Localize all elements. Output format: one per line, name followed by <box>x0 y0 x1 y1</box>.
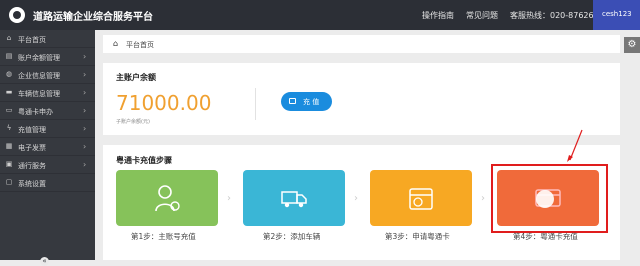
top-nav: 操作指南 常见问题 客服热线：020-87626557 <box>422 10 609 21</box>
monitor-icon: ▢ <box>5 178 13 186</box>
calendar-card-icon <box>409 188 433 210</box>
sidebar-item-label: 企业信息管理 <box>18 72 60 80</box>
sidebar-item-label: 通行服务 <box>18 162 46 170</box>
chevron-right-icon: › <box>354 193 358 204</box>
step-card-3[interactable] <box>370 170 472 226</box>
divider <box>255 88 256 120</box>
sidebar: ⌂ 平台首页 ▤ 账户余额管理 › ◍ 企业信息管理 › ▬ 车辆信息管理 › … <box>0 30 95 266</box>
sub-account-balance-label: 子账户余额(元) <box>116 119 150 125</box>
top-bar: 道路运输企业综合服务平台 操作指南 常见问题 客服热线：020-87626557… <box>0 0 640 30</box>
sidebar-item-label: 平台首页 <box>18 36 46 44</box>
truck-icon: ▬ <box>5 88 13 96</box>
chevron-right-icon: › <box>83 124 87 133</box>
invoice-icon: ▦ <box>5 142 13 150</box>
sidebar-item-company[interactable]: ◍ 企业信息管理 › <box>0 66 95 84</box>
recharge-button[interactable]: 充 值 <box>281 92 332 111</box>
sidebar-item-vehicles[interactable]: ▬ 车辆信息管理 › <box>0 84 95 102</box>
step-card-1[interactable] <box>116 170 218 226</box>
home-icon[interactable]: ⌂ <box>113 40 121 48</box>
chevron-right-icon: › <box>83 70 87 79</box>
sidebar-item-label: 系统设置 <box>18 180 46 188</box>
steps-title: 粤通卡充值步骤 <box>116 156 172 165</box>
grid-icon: ▣ <box>5 160 13 168</box>
chevron-right-icon: › <box>227 193 231 204</box>
gear-icon[interactable]: ⚙ <box>624 37 640 53</box>
credit-card-icon <box>289 98 296 104</box>
chevron-right-icon: › <box>83 106 87 115</box>
breadcrumb <box>103 35 620 53</box>
chevron-right-icon: › <box>83 88 87 97</box>
app-logo-icon <box>9 7 25 23</box>
user-menu[interactable]: cesh123 <box>593 0 640 30</box>
truck-icon <box>281 191 307 208</box>
step-3-label: 第3步：申请粤通卡 <box>385 232 450 241</box>
guide-link[interactable]: 操作指南 <box>422 10 454 21</box>
app-title: 道路运输企业综合服务平台 <box>33 12 153 23</box>
home-icon: ⌂ <box>6 34 12 42</box>
sidebar-item-recharge[interactable]: ϟ 充值管理 › <box>0 120 95 138</box>
pointer-arrow <box>567 129 583 162</box>
step-2-label: 第2步：添加车辆 <box>263 232 321 241</box>
sidebar-item-invoice[interactable]: ▦ 电子发票 › <box>0 138 95 156</box>
users-icon: ◍ <box>5 70 13 78</box>
balance-title: 主账户余额 <box>116 73 156 82</box>
sidebar-item-pass-service[interactable]: ▣ 通行服务 › <box>0 156 95 174</box>
balance-amount: 71000.00 <box>116 91 212 115</box>
chevron-right-icon: › <box>481 193 485 204</box>
sidebar-item-label: 电子发票 <box>18 144 46 152</box>
recharge-button-label: 充 值 <box>303 98 320 106</box>
step-4-label: 第4步：粤通卡充值 <box>513 232 578 241</box>
chevron-right-icon: › <box>83 160 87 169</box>
user-money-icon <box>155 185 180 212</box>
sidebar-item-card-apply[interactable]: ▭ 粤通卡申办 › <box>0 102 95 120</box>
sidebar-item-label: 车辆信息管理 <box>18 90 60 98</box>
baidu-paw-icon <box>536 190 554 208</box>
sidebar-item-home[interactable]: ⌂ 平台首页 <box>0 30 95 48</box>
step-1-label: 第1步：主账号充值 <box>131 232 196 241</box>
faq-link[interactable]: 常见问题 <box>466 10 498 21</box>
bolt-icon: ϟ <box>6 124 12 132</box>
sidebar-item-label: 账户余额管理 <box>18 54 60 62</box>
sidebar-item-balance[interactable]: ▤ 账户余额管理 › <box>0 48 95 66</box>
sidebar-item-settings[interactable]: ▢ 系统设置 <box>0 174 95 192</box>
wallet-icon: ▤ <box>5 52 13 60</box>
step-card-2[interactable] <box>243 170 345 226</box>
breadcrumb-current: 平台首页 <box>126 41 154 49</box>
chevron-right-icon: › <box>83 142 87 151</box>
card-icon: ▭ <box>5 106 13 114</box>
chevron-right-icon: › <box>83 52 87 61</box>
sidebar-item-label: 粤通卡申办 <box>18 108 53 116</box>
collapse-sidebar-icon[interactable]: « <box>40 257 49 266</box>
sidebar-item-label: 充值管理 <box>18 126 46 134</box>
